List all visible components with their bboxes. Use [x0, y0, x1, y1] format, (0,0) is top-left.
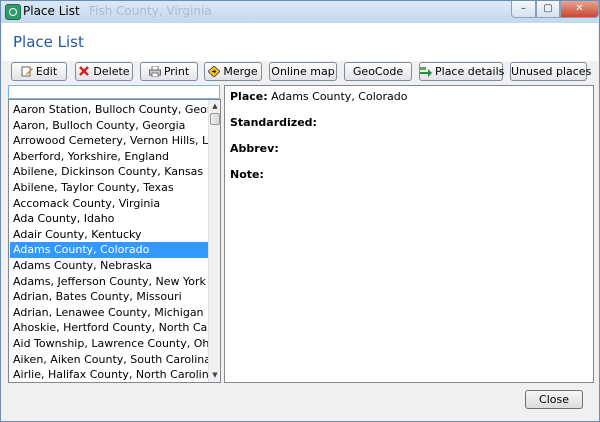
place-label: Place:: [230, 90, 268, 103]
place-list-window: Place List Fish County, Virginia – ▢ ✕ P…: [0, 0, 600, 422]
geocode-button[interactable]: GeoCode: [344, 62, 412, 81]
delete-button[interactable]: Delete: [75, 62, 133, 81]
note-label: Note:: [230, 168, 264, 181]
page-title: Place List: [13, 33, 84, 51]
window-title: Place List: [23, 4, 80, 18]
print-button[interactable]: Print: [140, 62, 198, 81]
list-item[interactable]: Aberford, Yorkshire, England: [10, 149, 208, 165]
details-pane: Place: Adams County, Colorado Standardiz…: [224, 85, 594, 383]
list-item[interactable]: Abilene, Taylor County, Texas: [10, 180, 208, 196]
place-row: Place: Adams County, Colorado: [230, 90, 407, 103]
standardized-label: Standardized:: [230, 116, 317, 129]
bottom-bar: [2, 383, 598, 421]
list-item[interactable]: Adams, Jefferson County, New York: [10, 274, 208, 290]
unused-places-button[interactable]: Unused places: [510, 62, 591, 81]
maximize-button[interactable]: ▢: [536, 1, 560, 18]
merge-button[interactable]: Merge: [204, 62, 262, 81]
app-icon: [5, 4, 21, 20]
minimize-button[interactable]: –: [511, 1, 536, 18]
place-details-arrow-icon: [420, 65, 432, 77]
note-row: Note:: [230, 168, 264, 181]
pencil-icon: [21, 65, 33, 77]
content-area: Place List Edit Delete Print Merge Onlin…: [2, 23, 598, 421]
list-item[interactable]: Ahoskie, Hertford County, North Carolina: [10, 320, 208, 336]
scroll-down-icon[interactable]: ▼: [209, 369, 220, 382]
place-list[interactable]: Aaron Station, Bulloch County, Georgia Aa…: [8, 99, 221, 383]
list-item[interactable]: Adrian, Lenawee County, Michigan: [10, 305, 208, 321]
edit-label: Edit: [35, 65, 58, 78]
list-item[interactable]: Aaron, Bulloch County, Georgia: [10, 118, 208, 134]
place-details-label: Place details: [435, 65, 505, 78]
list-item[interactable]: Ada County, Idaho: [10, 211, 208, 227]
list-item[interactable]: Accomack County, Virginia: [10, 196, 208, 212]
list-item[interactable]: Abilene, Dickinson County, Kansas: [10, 164, 208, 180]
abbrev-row: Abbrev:: [230, 142, 279, 155]
edit-button[interactable]: Edit: [11, 62, 67, 81]
title-bar[interactable]: Place List Fish County, Virginia – ▢ ✕: [1, 1, 599, 23]
place-details-button[interactable]: Place details: [419, 62, 505, 81]
merge-label: Merge: [223, 65, 258, 78]
printer-icon: [148, 65, 161, 78]
standardized-row: Standardized:: [230, 116, 317, 129]
search-input[interactable]: [8, 85, 220, 99]
list-item[interactable]: Adams County, Nebraska: [10, 258, 208, 274]
scroll-thumb[interactable]: [210, 113, 220, 125]
merge-warning-icon: [207, 65, 221, 78]
list-item[interactable]: Airlie, Halifax County, North Carolina: [10, 367, 208, 382]
list-item[interactable]: Adrian, Bates County, Missouri: [10, 289, 208, 305]
close-button[interactable]: Close: [525, 390, 583, 409]
list-item[interactable]: Aiken, Aiken County, South Carolina: [10, 352, 208, 368]
delete-label: Delete: [93, 65, 130, 78]
list-item[interactable]: Aid Township, Lawrence County, Ohio: [10, 336, 208, 352]
title-ghost-text: Fish County, Virginia: [89, 4, 212, 18]
list-item[interactable]: Adams County, Colorado: [10, 242, 208, 259]
list-item[interactable]: Arrowood Cemetery, Vernon Hills, Lake Co: [10, 133, 208, 149]
list-item[interactable]: Aaron Station, Bulloch County, Georgia: [10, 102, 208, 118]
close-window-button[interactable]: ✕: [560, 1, 599, 18]
abbrev-label: Abbrev:: [230, 142, 279, 155]
online-map-button[interactable]: Online map: [269, 62, 337, 81]
list-item[interactable]: Adair County, Kentucky: [10, 227, 208, 243]
scroll-up-icon[interactable]: ▲: [209, 100, 220, 113]
place-value: Adams County, Colorado: [271, 90, 408, 103]
delete-x-icon: [78, 65, 90, 76]
vertical-scrollbar[interactable]: ▲ ▼: [208, 100, 220, 382]
print-label: Print: [163, 65, 190, 78]
